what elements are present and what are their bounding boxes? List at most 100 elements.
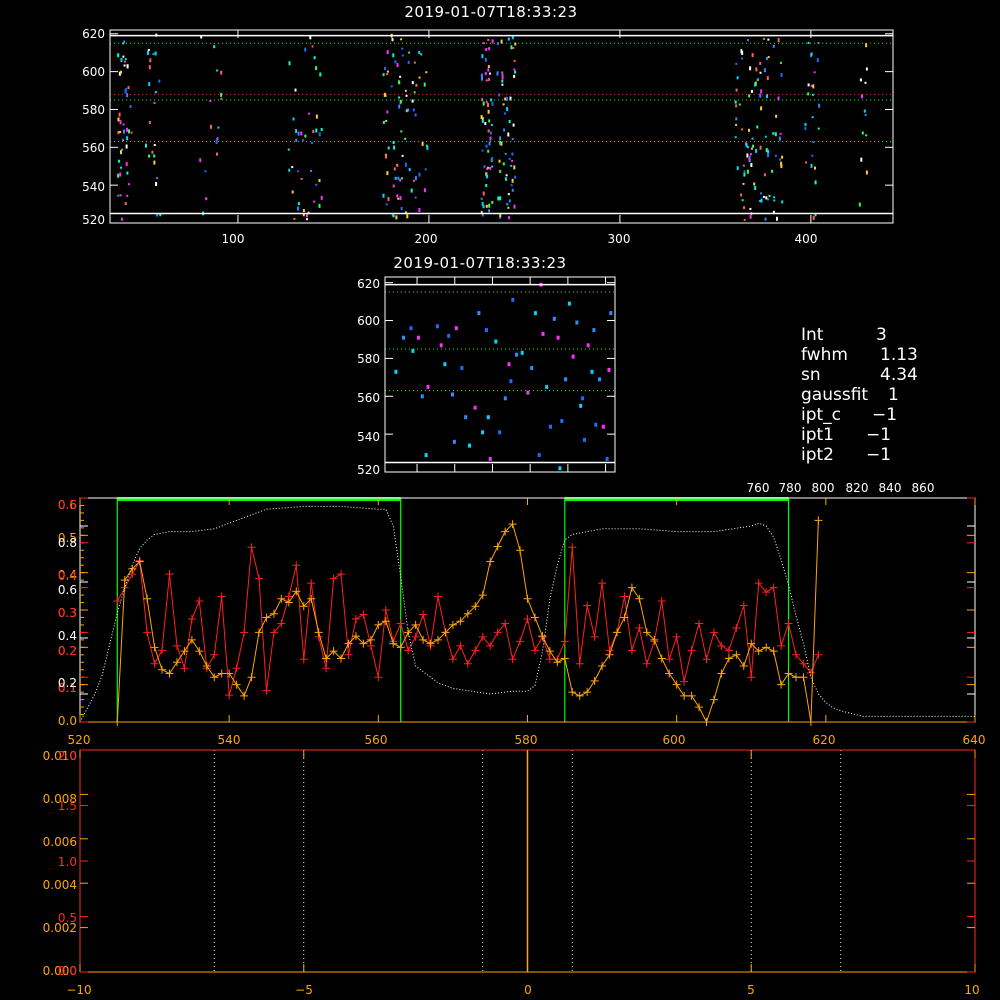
spectrum-pixel [297, 131, 300, 136]
spectrum-pixel [753, 182, 756, 186]
spectrum-pixel [291, 166, 294, 169]
spectrum-pixel [750, 153, 752, 156]
spectrum-pixel [489, 166, 492, 170]
spectrum-pixel [118, 112, 121, 117]
spectrum-pixel [391, 38, 394, 42]
spectrum-pixel [293, 217, 296, 220]
spectrum-pixel [764, 135, 767, 138]
spectrum-pixel [484, 57, 487, 62]
spectrum-pixel [759, 71, 762, 74]
spectrum-pixel [399, 178, 402, 182]
spectrum-pixel [126, 136, 129, 141]
spectrum-pixel [412, 179, 415, 182]
spectrum-pixel [488, 203, 491, 208]
spectrum-pixel [220, 97, 223, 100]
spectrum-pixel [119, 172, 122, 177]
spectrum-pixel [152, 53, 155, 55]
spectrum-pixel [749, 66, 752, 71]
spectrum-pixel [415, 83, 418, 87]
p3-y-tick-red: 0.2 [58, 644, 77, 658]
spectrum-pixel [780, 73, 783, 77]
spectrum-pixel [811, 154, 814, 157]
p2-y-tick: 600 [357, 314, 380, 328]
spectrum-pixel [382, 120, 385, 124]
spectrum-pixel [386, 50, 389, 55]
spectrum-pixel [124, 202, 127, 205]
spectrum-pixel [304, 47, 307, 52]
spectrum-pixel [435, 324, 439, 329]
spectrum-pixel [126, 64, 129, 69]
spectrum-pixel [451, 392, 454, 397]
spectrum-pixel [605, 456, 609, 461]
spectrum-pixel [491, 39, 494, 44]
spectrum-pixel [508, 199, 511, 203]
spectrum-pixel [424, 453, 428, 458]
spectrum-pixel [512, 123, 515, 127]
spectrum-pixel [396, 163, 399, 167]
param-value: −1 [866, 445, 891, 465]
spectrum-pixel [393, 167, 396, 171]
param-value: −1 [866, 425, 891, 445]
spectrum-pixel [511, 152, 514, 156]
spectrum-pixel [865, 67, 868, 71]
spectrum-pixel [760, 192, 763, 195]
spectrum-pixel [418, 51, 421, 54]
spectrum-pixel [865, 170, 868, 175]
spectrum-pixel [776, 216, 778, 221]
spectrum-pixel [383, 92, 386, 97]
spectrum-pixel [443, 362, 447, 367]
p4-x-tick: 0 [524, 983, 532, 997]
spectrum-pixel [121, 217, 123, 221]
spectrum-pixel [774, 154, 777, 157]
spectrum-pixel [742, 182, 745, 185]
spectrum-pixel [414, 176, 417, 181]
spectrum-pixel [755, 148, 758, 153]
spectrum-pixel [487, 129, 490, 133]
p2-x-tick: 780 [779, 481, 802, 495]
spectrum-pixel [384, 67, 386, 71]
spectrum-pixel [120, 150, 122, 155]
spectrum-pixel [810, 163, 813, 168]
spectrum-pixel [155, 91, 157, 94]
spectrum-pixel [491, 165, 494, 168]
spectrum-pixel [811, 116, 814, 119]
spectrum-pixel [481, 119, 484, 123]
spectrum-pixel [810, 52, 813, 56]
spectrum-pixel [763, 68, 766, 73]
p3-y-tick-white: 0.8 [58, 536, 77, 550]
spectrum-pixel [505, 178, 508, 181]
spectrum-pixel [778, 136, 781, 141]
spectrum-pixel [420, 53, 423, 56]
spectrum-pixel [153, 144, 156, 146]
param-value: 4.34 [880, 365, 918, 385]
spectrum-pixel [771, 169, 774, 173]
p3-x-tick: 580 [515, 733, 538, 747]
spectrum-pixel [489, 72, 491, 75]
spectrum-pixel [498, 159, 501, 163]
spectrum-pixel [515, 352, 519, 357]
spectrum-pixel [741, 199, 744, 202]
spectrum-pixel [560, 419, 564, 423]
spectrum-pixel [767, 38, 770, 41]
spectrum-pixel [861, 131, 864, 135]
spectrum-pixel [482, 191, 485, 196]
spectrum-pixel [311, 142, 313, 145]
spectrum-pixel [315, 66, 318, 71]
spectrum-pixel [487, 103, 489, 107]
spectrum-pixel [510, 184, 513, 187]
spectrum-pixel [590, 369, 594, 374]
p4-x-tick: −5 [295, 983, 313, 997]
spectrum-pixel [404, 162, 407, 167]
p2-x-tick: 840 [879, 481, 902, 495]
spectrum-pixel [743, 206, 746, 210]
spectrum-pixel [487, 78, 490, 81]
spectrum-pixel [297, 206, 300, 211]
spectrum-pixel [395, 215, 398, 220]
p1-y-tick: 520 [82, 213, 105, 227]
spectrum-pixel [488, 47, 491, 51]
spectrum-pixel [404, 137, 407, 140]
spectrum-pixel [386, 110, 389, 114]
spectrum-pixel [772, 132, 775, 135]
spectrum-pixel [406, 214, 409, 219]
spectrum-pixel [413, 61, 416, 64]
